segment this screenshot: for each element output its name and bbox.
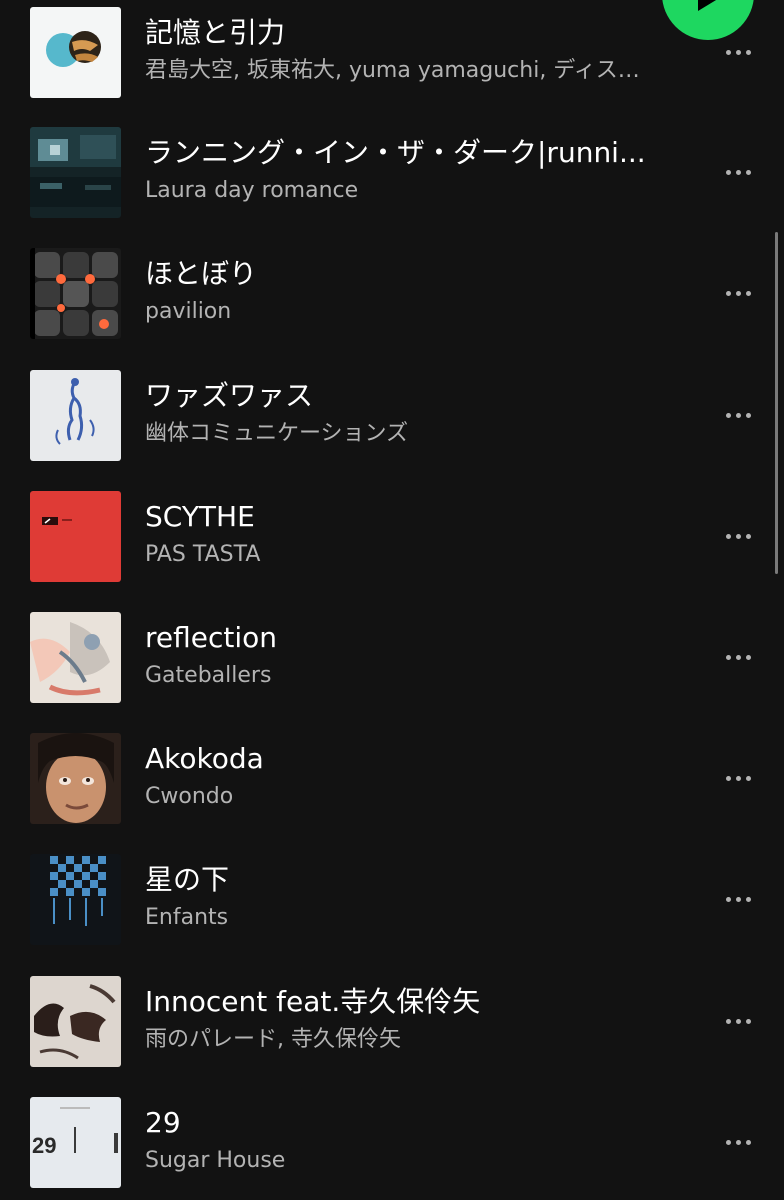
more-options-icon[interactable] (718, 1127, 758, 1157)
track-artist: Gateballers (145, 663, 272, 688)
track-title: ランニング・イン・ザ・ダーク|runni... (145, 136, 646, 169)
track-title: 記憶と引力 (145, 16, 286, 49)
track-row[interactable]: ランニング・イン・ザ・ダーク|runni... Laura day romanc… (0, 127, 784, 248)
track-row[interactable]: ほとぼり pavilion (0, 248, 784, 369)
app-screen: 記憶と引力 君島大空, 坂東祐大, yuma yamaguchi, ディス… ラ… (0, 0, 784, 1200)
track-title: reflection (145, 621, 278, 654)
track-row[interactable]: 29 29 Sugar House (0, 1097, 784, 1200)
album-art (30, 370, 121, 461)
album-art (30, 976, 121, 1067)
track-artist: Enfants (145, 905, 229, 930)
more-options-icon[interactable] (718, 521, 758, 551)
track-artist: 君島大空, 坂東祐大, yuma yamaguchi, ディス… (145, 58, 640, 83)
more-options-icon[interactable] (718, 884, 758, 914)
album-art: 29 (30, 1097, 121, 1188)
track-row[interactable]: Akokoda Cwondo (0, 733, 784, 854)
more-options-icon[interactable] (718, 37, 758, 67)
track-title: 星の下 (145, 863, 230, 896)
track-artist: Cwondo (145, 784, 234, 809)
album-art (30, 612, 121, 703)
track-title: 29 (145, 1106, 181, 1139)
track-title: ワァズワァス (145, 379, 314, 412)
album-art (30, 127, 121, 218)
track-artist: 幽体コミュニケーションズ (145, 421, 409, 446)
more-options-icon[interactable] (718, 642, 758, 672)
album-art-text: 29 (32, 1133, 56, 1158)
track-row[interactable]: 星の下 Enfants (0, 854, 784, 975)
track-row[interactable]: 記憶と引力 君島大空, 坂東祐大, yuma yamaguchi, ディス… (0, 7, 784, 128)
track-artist: PAS TASTA (145, 542, 261, 567)
play-icon (698, 0, 726, 11)
track-row[interactable]: ワァズワァス 幽体コミュニケーションズ (0, 370, 784, 491)
track-row[interactable]: SCYTHE PAS TASTA (0, 491, 784, 612)
more-options-icon[interactable] (718, 1006, 758, 1036)
more-options-icon[interactable] (718, 157, 758, 187)
track-title: SCYTHE (145, 500, 255, 533)
more-options-icon[interactable] (718, 400, 758, 430)
track-title: ほとぼり (145, 257, 258, 290)
track-artist: pavilion (145, 299, 232, 324)
track-row[interactable]: Innocent feat.寺久保伶矢 雨のパレード, 寺久保伶矢 (0, 976, 784, 1097)
album-art (30, 7, 121, 98)
album-art (30, 854, 121, 945)
album-art (30, 248, 121, 339)
more-options-icon[interactable] (718, 763, 758, 793)
more-options-icon[interactable] (718, 278, 758, 308)
album-art (30, 733, 121, 824)
track-artist: 雨のパレード, 寺久保伶矢 (145, 1027, 401, 1052)
track-row[interactable]: reflection Gateballers (0, 612, 784, 733)
track-artist: Laura day romance (145, 178, 359, 203)
track-title: Innocent feat.寺久保伶矢 (145, 985, 481, 1018)
track-artist: Sugar House (145, 1148, 286, 1173)
track-title: Akokoda (145, 742, 264, 775)
album-art (30, 491, 121, 582)
scrollbar[interactable] (775, 232, 778, 574)
